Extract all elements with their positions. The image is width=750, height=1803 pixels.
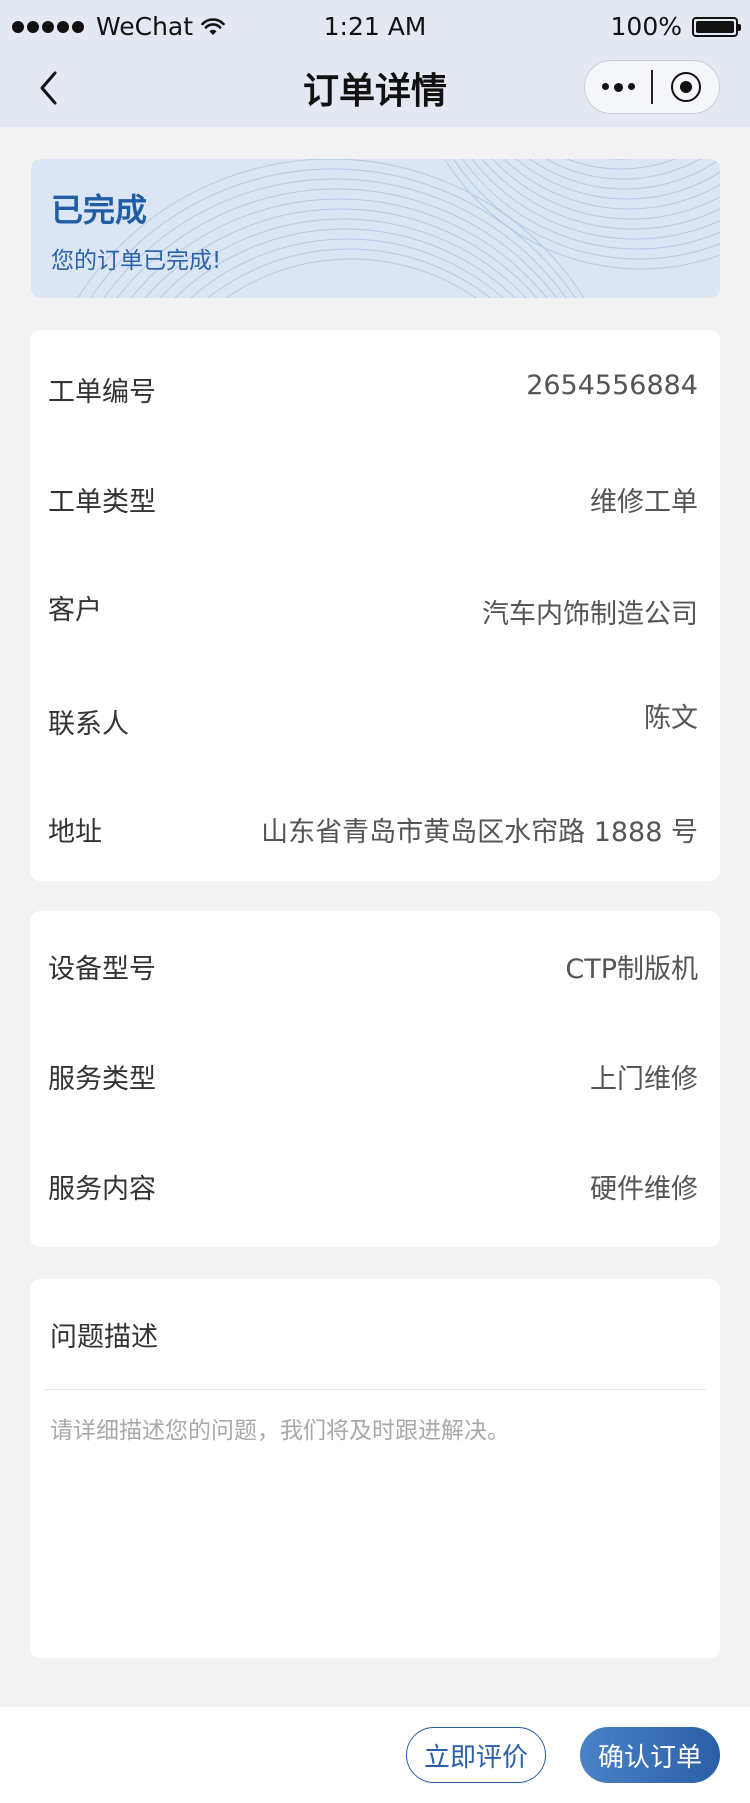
info-row-customer: 客户 汽车内饰制造公司 (30, 550, 720, 660)
order-status-title: 已完成 (51, 191, 148, 229)
problem-description-input[interactable] (50, 1403, 700, 1649)
more-button[interactable] (585, 61, 651, 113)
status-right: 100% (610, 12, 741, 41)
battery-fill (696, 20, 734, 33)
contact-label: 联系人 (48, 709, 129, 740)
bottom-action-bar: 立即评价 确认订单 (0, 1707, 750, 1803)
nav-bar: 订单详情 (0, 50, 750, 127)
info-row-order-type: 工单类型 维修工单 (30, 440, 720, 550)
order-info-card: 工单编号 2654556884 工单类型 维修工单 客户 汽车内饰制造公司 联系… (30, 330, 720, 881)
contact-value: 陈文 (644, 703, 698, 734)
order-type-label: 工单类型 (48, 487, 156, 518)
info-row-order-number: 工单编号 2654556884 (30, 330, 720, 440)
order-type-value: 维修工单 (590, 487, 698, 518)
service-content-value: 硬件维修 (590, 1174, 698, 1205)
service-type-value: 上门维修 (590, 1064, 698, 1095)
order-number-label: 工单编号 (48, 377, 156, 408)
status-bar: WeChat 1:21 AM 100% (0, 0, 750, 50)
address-value: 山东省青岛市黄岛区水帘路 1888 号 (261, 817, 698, 848)
info-row-address: 地址 山东省青岛市黄岛区水帘路 1888 号 (30, 770, 720, 880)
mini-program-capsule (584, 60, 720, 114)
info-row-contact: 联系人 陈文 (30, 660, 720, 770)
top-bar: WeChat 1:21 AM 100% 订单详情 (0, 0, 750, 127)
info-row-service-type: 服务类型 上门维修 (30, 1021, 720, 1131)
problem-description-title: 问题描述 (50, 1322, 158, 1353)
device-model-value: CTP制版机 (565, 954, 698, 985)
more-dots-icon (601, 82, 635, 92)
customer-value: 汽车内饰制造公司 (482, 599, 698, 630)
order-status-banner: 已完成 您的订单已完成! (31, 159, 720, 298)
service-type-label: 服务类型 (48, 1064, 156, 1095)
close-target-icon (671, 72, 701, 102)
device-model-label: 设备型号 (48, 954, 156, 985)
info-row-device-model: 设备型号 CTP制版机 (30, 911, 720, 1021)
service-content-label: 服务内容 (48, 1174, 156, 1205)
battery-icon (692, 16, 741, 37)
order-status-message: 您的订单已完成! (51, 248, 222, 274)
evaluate-now-button[interactable]: 立即评价 (406, 1727, 546, 1783)
address-label: 地址 (48, 817, 102, 848)
info-row-service-content: 服务内容 硬件维修 (30, 1131, 720, 1241)
order-number-value: 2654556884 (526, 370, 698, 401)
service-info-card: 设备型号 CTP制版机 服务类型 上门维修 服务内容 硬件维修 (30, 911, 720, 1247)
problem-description-divider (44, 1389, 706, 1390)
customer-label: 客户 (48, 595, 102, 626)
close-mini-program-button[interactable] (653, 61, 719, 113)
problem-description-card: 问题描述 (30, 1279, 720, 1658)
confirm-order-button[interactable]: 确认订单 (580, 1727, 720, 1783)
battery-percentage: 100% (610, 12, 682, 41)
